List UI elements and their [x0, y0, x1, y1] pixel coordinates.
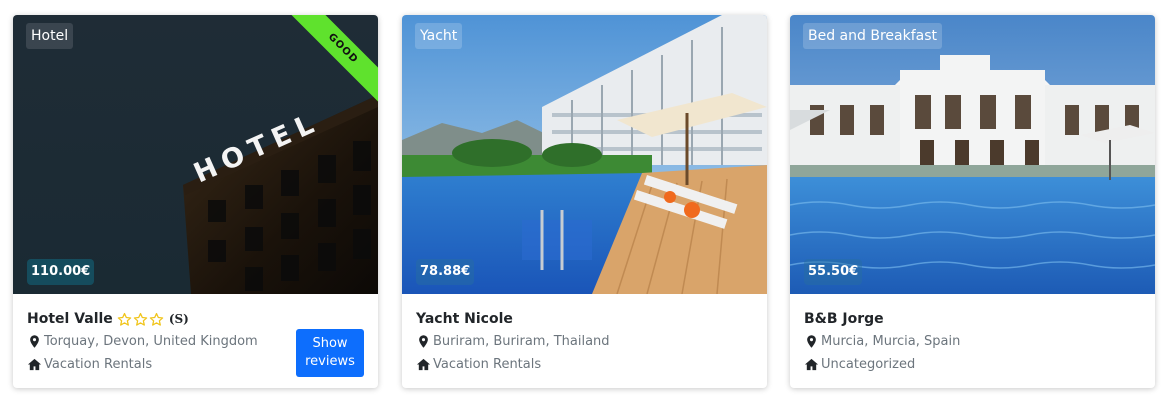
category-line: Vacation Rentals	[416, 353, 753, 375]
location-text: Buriram, Buriram, Thailand	[433, 333, 610, 349]
star-outline-icon	[117, 312, 132, 326]
listing-image[interactable]: Yacht 78.88€	[402, 15, 767, 294]
star-outline-icon	[149, 312, 164, 326]
location-line: Murcia, Murcia, Spain	[804, 330, 1141, 352]
property-type-badge: Bed and Breakfast	[803, 23, 942, 49]
category-line: Uncategorized	[804, 353, 1141, 375]
resort-pool-photo	[402, 15, 767, 294]
rating-ribbon: GOOD	[288, 15, 378, 105]
location-line: Buriram, Buriram, Thailand	[416, 330, 753, 352]
listing-card-bb-jorge[interactable]: Bed and Breakfast 55.50€ B&B Jorge Murci…	[790, 15, 1155, 388]
property-type-badge: Yacht	[415, 23, 463, 49]
title-line: Hotel Valle (S)	[27, 309, 364, 329]
map-marker-icon	[27, 334, 42, 349]
listing-image[interactable]: HOTEL Hotel GOOD 110.00€	[13, 15, 378, 294]
title-line: Yacht Nicole	[416, 309, 753, 329]
price-badge: 78.88€	[416, 259, 475, 285]
listing-title[interactable]: Hotel Valle	[27, 311, 113, 327]
star-outline-icon	[133, 312, 148, 326]
ribbon-label: GOOD	[288, 15, 378, 105]
price-badge: 110.00€	[27, 259, 95, 285]
home-icon	[804, 357, 819, 372]
card-body: Hotel Valle (S) Torquay, Devon, United K…	[13, 294, 378, 388]
star-rating	[117, 312, 164, 327]
category-text[interactable]: Vacation Rentals	[433, 357, 541, 372]
home-icon	[416, 357, 431, 372]
price-badge: 55.50€	[804, 259, 863, 285]
listing-title[interactable]: Yacht Nicole	[416, 311, 513, 327]
listing-image[interactable]: Bed and Breakfast 55.50€	[790, 15, 1155, 294]
listing-title[interactable]: B&B Jorge	[804, 311, 884, 327]
rating-note: (S)	[168, 312, 189, 326]
card-body: Yacht Nicole Buriram, Buriram, Thailand …	[402, 294, 767, 388]
show-reviews-button[interactable]: Show reviews	[296, 329, 364, 377]
property-type-badge: Hotel	[26, 23, 74, 49]
category-text[interactable]: Vacation Rentals	[44, 357, 152, 372]
listing-card-hotel-valle[interactable]: HOTEL Hotel GOOD 110.00€ Hotel Valle (S)	[13, 15, 378, 388]
title-line: B&B Jorge	[804, 309, 1141, 329]
villa-pool-photo	[790, 15, 1155, 294]
map-marker-icon	[416, 334, 431, 349]
location-text: Torquay, Devon, United Kingdom	[44, 333, 258, 349]
map-marker-icon	[804, 334, 819, 349]
location-text: Murcia, Murcia, Spain	[821, 333, 961, 349]
home-icon	[27, 357, 42, 372]
listing-card-yacht-nicole[interactable]: Yacht 78.88€ Yacht Nicole Buriram, Burir…	[402, 15, 767, 388]
listings-grid: HOTEL Hotel GOOD 110.00€ Hotel Valle (S)	[0, 0, 1164, 406]
card-body: B&B Jorge Murcia, Murcia, Spain Uncatego…	[790, 294, 1155, 388]
category-text[interactable]: Uncategorized	[821, 357, 915, 372]
